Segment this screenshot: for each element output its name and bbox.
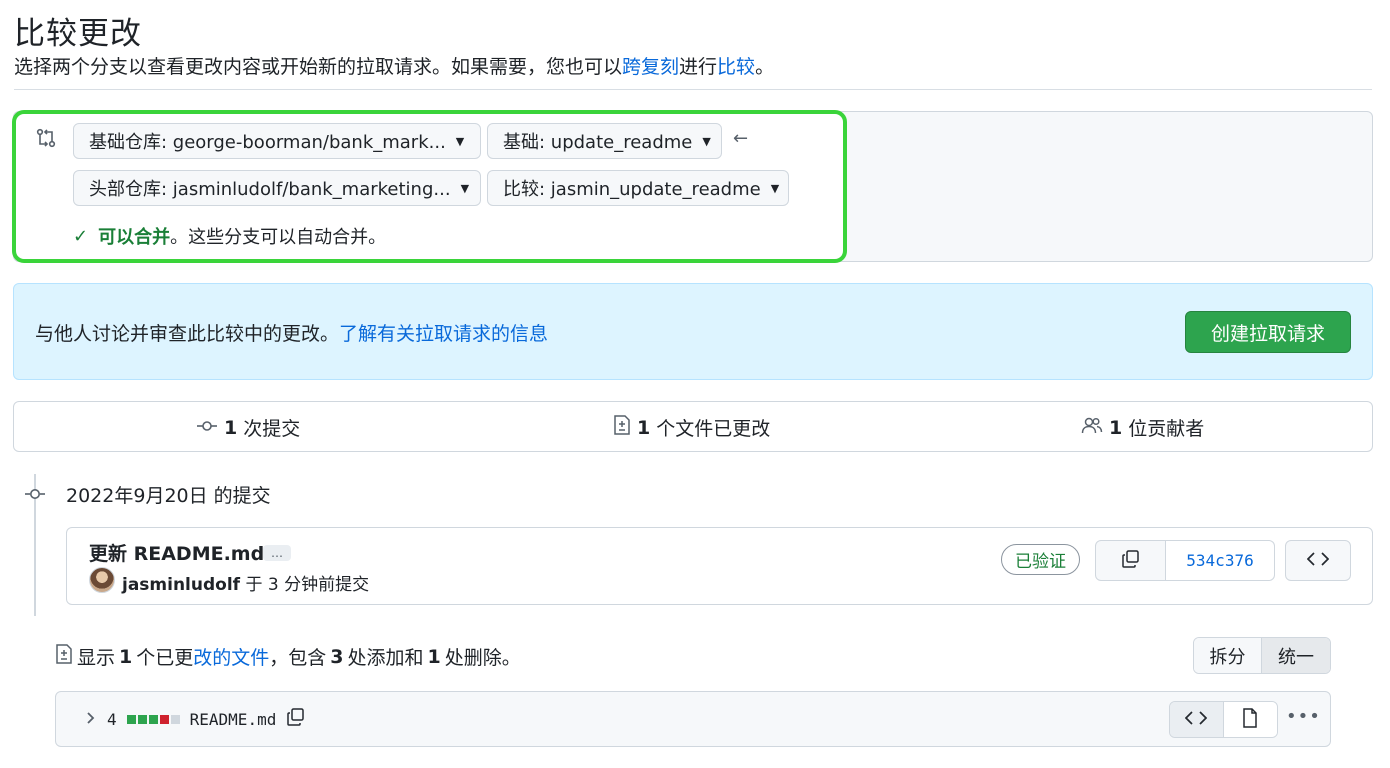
diff-summary: 显示 1 个已更改的文件，包含 3 处添加和 1 处删除。 [55, 643, 521, 670]
page-title: 比较更改 [14, 16, 142, 52]
view-file-button[interactable] [1223, 702, 1277, 737]
file-view-actions [1169, 701, 1278, 738]
file-diff-icon [55, 644, 73, 669]
compare-branch-select[interactable]: 比较: jasmin_update_readme ▼ [487, 170, 789, 206]
commit-sha-link[interactable]: 534c376 [1166, 541, 1274, 580]
compare-link[interactable]: 比较 [717, 56, 755, 78]
view-source-button[interactable] [1170, 702, 1224, 737]
file-icon [1242, 707, 1258, 732]
code-icon [1185, 710, 1208, 730]
commit-icon [24, 483, 46, 505]
caret-down-icon: ▼ [770, 181, 780, 195]
commit-author-link[interactable]: jasminludolf [122, 575, 240, 595]
caret-down-icon: ▼ [455, 134, 465, 148]
file-name-link[interactable]: README.md [190, 710, 277, 729]
people-icon [1081, 416, 1103, 439]
changed-files-link[interactable]: 改的文件 [193, 647, 269, 669]
merge-status: ✓ 可以合并。这些分支可以自动合并。 [73, 225, 387, 249]
commit-icon [196, 417, 218, 439]
compare-across-forks-link[interactable]: 跨复刻 [622, 56, 679, 78]
avatar[interactable] [89, 567, 115, 593]
learn-pr-link[interactable]: 了解有关拉取请求的信息 [339, 323, 548, 345]
diffstat-block [148, 714, 158, 724]
code-icon [1306, 551, 1330, 571]
page-subtitle: 选择两个分支以查看更改内容或开始新的拉取请求。如果需要，您也可以跨复刻进行比较。 [14, 56, 775, 78]
caret-down-icon: ▼ [460, 181, 470, 195]
verified-badge[interactable]: 已验证 [1001, 544, 1080, 575]
diffstat-block [159, 714, 169, 724]
check-icon: ✓ [73, 225, 89, 247]
file-header-row: 4 README.md [83, 707, 306, 731]
copy-sha-button[interactable] [1096, 541, 1166, 580]
base-repo-select[interactable]: 基础仓库: george-boorman/bank_mark... ▼ [73, 123, 481, 159]
diffstat-block [137, 714, 147, 724]
pr-info-text: 与他人讨论并审查此比较中的更改。了解有关拉取请求的信息 [35, 323, 549, 345]
file-diff-icon [613, 415, 631, 440]
caret-down-icon: ▼ [702, 134, 711, 148]
copy-icon[interactable] [286, 707, 306, 731]
base-branch-select[interactable]: 基础: update_readme ▼ [487, 123, 722, 159]
commit-title-link[interactable]: 更新 README.md [89, 539, 264, 566]
chevron-right-icon[interactable] [83, 710, 97, 729]
divider [14, 89, 1372, 90]
head-repo-select[interactable]: 头部仓库: jasminludolf/bank_marketing... ▼ [73, 170, 481, 206]
unified-view-button[interactable]: 统一 [1262, 638, 1330, 673]
commits-tab[interactable]: 1 次提交 [196, 414, 300, 441]
browse-repo-button[interactable] [1285, 540, 1351, 581]
diffstat [126, 714, 180, 724]
diffstat-block [126, 714, 136, 724]
create-pull-request-button[interactable]: 创建拉取请求 [1185, 311, 1351, 353]
git-compare-icon [35, 127, 57, 149]
commit-actions: 534c376 [1095, 540, 1275, 581]
files-changed-tab[interactable]: 1 个文件已更改 [613, 414, 770, 441]
file-changes-count: 4 [107, 709, 117, 729]
diffstat-block [170, 714, 180, 724]
arrow-left-icon: ← [733, 128, 749, 149]
commit-meta: jasminludolf 于 3 分钟前提交 [122, 575, 370, 595]
split-view-button[interactable]: 拆分 [1194, 638, 1262, 673]
diff-view-toggle: 拆分 统一 [1193, 637, 1331, 674]
copy-icon [1121, 549, 1141, 573]
expand-commit-message-button[interactable]: … [263, 545, 291, 561]
contributors-tab[interactable]: 1 位贡献者 [1081, 414, 1204, 441]
more-options-icon[interactable]: ••• [1286, 706, 1321, 727]
commit-group-date: 2022年9月20日 的提交 [66, 485, 271, 507]
